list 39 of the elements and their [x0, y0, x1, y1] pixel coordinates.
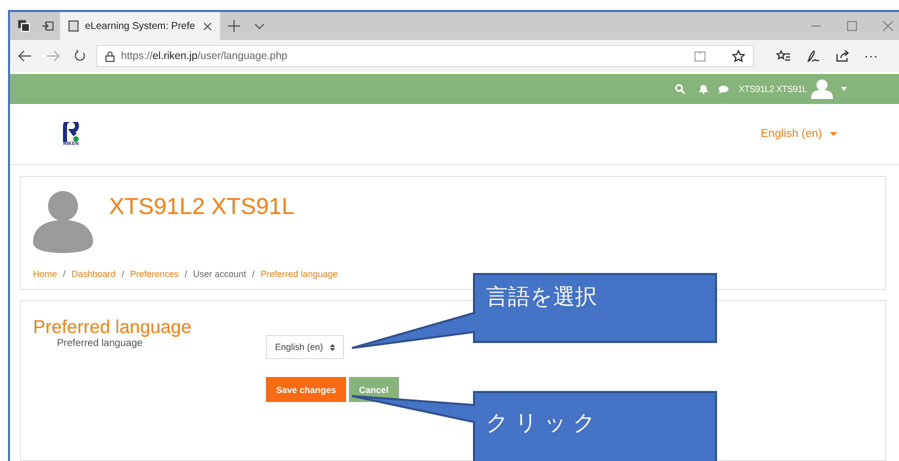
breadcrumb-link[interactable]: Preferences — [130, 269, 179, 279]
tab-windows-icon[interactable] — [18, 20, 30, 32]
more-button[interactable]: ⋯ — [864, 48, 878, 64]
address-bar[interactable]: https://el.riken.jp/user/language.php — [96, 45, 754, 67]
tab-title: eLearning System: Prefe — [85, 20, 196, 32]
breadcrumb-link[interactable]: Preferred language — [260, 269, 338, 279]
page-icon — [68, 20, 79, 32]
close-icon[interactable] — [203, 22, 212, 30]
chevron-down-icon[interactable] — [254, 22, 265, 30]
set-aside-tabs-icon[interactable] — [42, 20, 54, 32]
breadcrumb-separator: / — [63, 269, 66, 279]
breadcrumb-link[interactable]: Home — [33, 269, 58, 279]
user-name[interactable]: XTS91L2 XTS91L — [738, 84, 807, 94]
star-icon[interactable] — [732, 50, 745, 62]
field-label: Preferred language — [56, 338, 144, 351]
language-menu[interactable]: English (en) — [760, 128, 837, 140]
caret-icon — [830, 132, 837, 136]
share-icon[interactable] — [836, 50, 850, 62]
breadcrumb-separator: / — [122, 269, 124, 279]
refresh-icon[interactable] — [74, 50, 86, 62]
favorites-icon[interactable] — [776, 50, 790, 62]
logo-mark-icon — [62, 122, 80, 142]
section-heading: Preferred language — [33, 316, 192, 338]
url-text: https://el.riken.jp/user/language.php — [121, 50, 288, 62]
lock-icon — [105, 50, 115, 62]
breadcrumb-separator: / — [184, 269, 188, 279]
breadcrumb-link[interactable]: Dashboard — [72, 269, 116, 279]
browser-tab[interactable]: eLearning System: Prefe — [60, 12, 220, 40]
back-arrow-icon[interactable] — [18, 50, 32, 62]
new-tab-icon[interactable] — [228, 20, 240, 32]
callout-text: クリック — [486, 410, 602, 438]
pen-icon[interactable] — [806, 50, 820, 62]
up-down-caret-icon — [330, 344, 336, 350]
callout-text: 言語を選択 — [486, 284, 597, 312]
profile-name: XTS91L2 XTS91L — [109, 193, 294, 221]
language-select[interactable]: English (en) — [266, 335, 344, 359]
breadcrumb-separator: / — [252, 269, 255, 279]
save-button[interactable]: Save changes — [266, 377, 346, 402]
breadcrumb-text: User account — [193, 269, 246, 279]
